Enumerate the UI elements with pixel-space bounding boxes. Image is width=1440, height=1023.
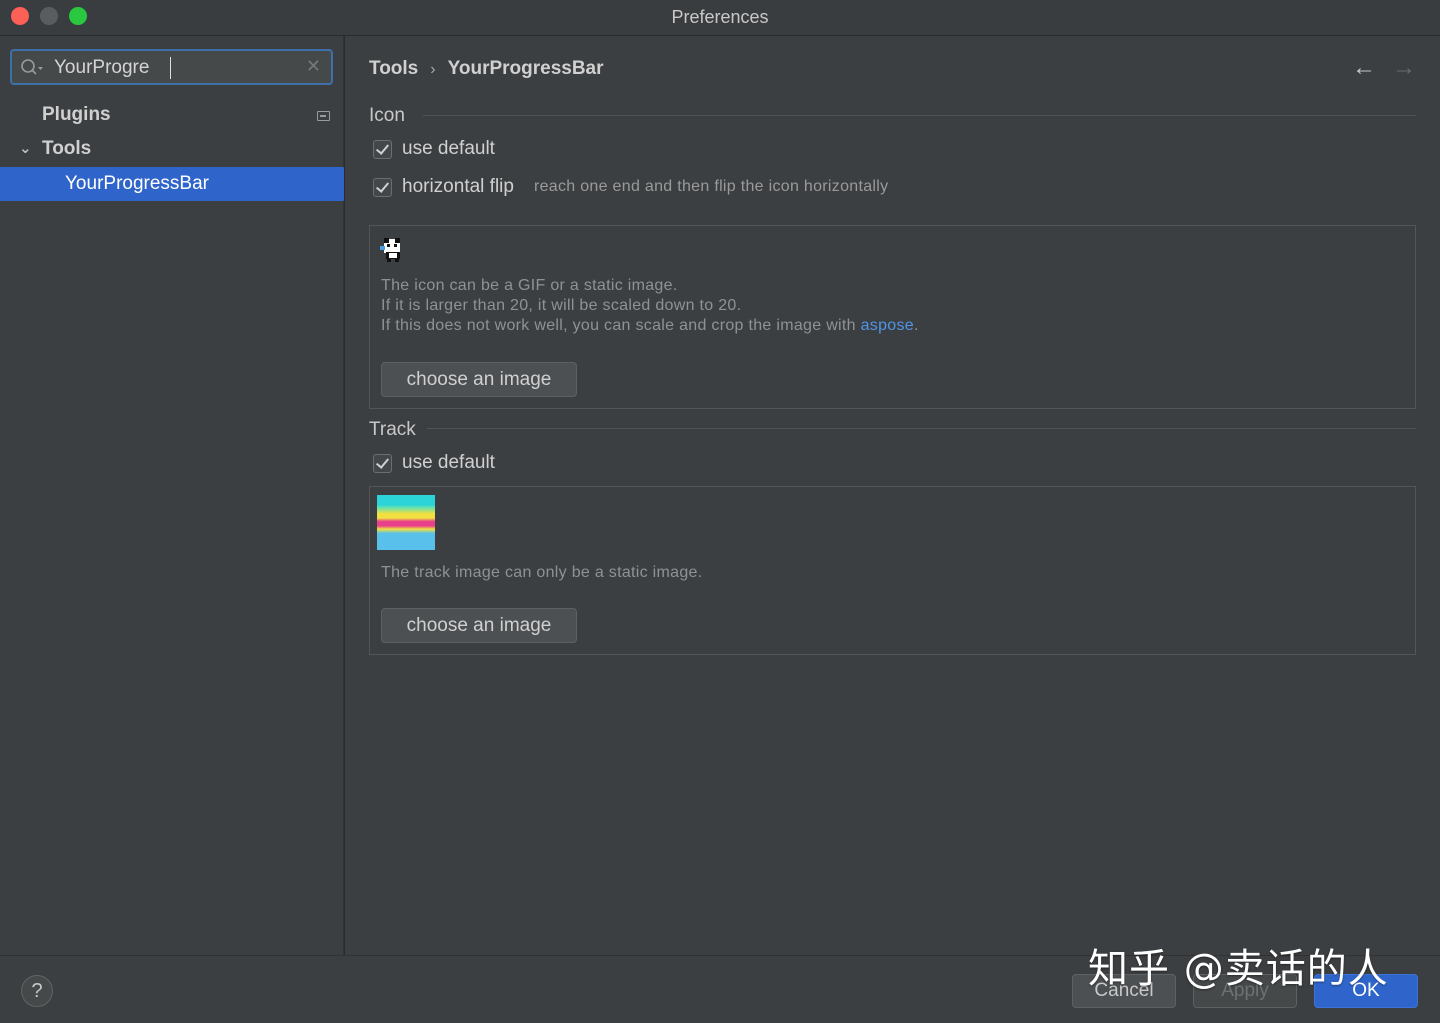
- search-icon: [21, 59, 43, 75]
- choose-track-image-button[interactable]: choose an image: [381, 608, 577, 643]
- icon-desc-text: If this does not work well, you can scal…: [381, 317, 861, 334]
- back-arrow-icon[interactable]: ←: [1352, 54, 1376, 82]
- search-box[interactable]: ✕: [10, 49, 333, 85]
- track-description: The track image can only be a static ima…: [381, 564, 703, 581]
- horizontal-flip-checkbox[interactable]: [373, 177, 392, 197]
- icon-desc-text: .: [914, 317, 919, 334]
- help-button[interactable]: ?: [21, 975, 53, 1007]
- settings-panel: Tools › YourProgressBar ← → Icon use defau…: [345, 36, 1440, 955]
- icon-section-title: Icon: [369, 105, 405, 126]
- icon-desc-line: If this does not work well, you can scal…: [381, 316, 919, 336]
- track-preview-panel: The track image can only be a static ima…: [369, 486, 1416, 655]
- aspose-link[interactable]: aspose: [861, 317, 914, 334]
- search-input[interactable]: [54, 56, 294, 80]
- horizontal-flip-hint: reach one end and then flip the icon hor…: [533, 178, 889, 195]
- icon-use-default-row[interactable]: use default: [373, 136, 495, 162]
- sidebar-item-label: Tools: [42, 138, 92, 159]
- chevron-down-icon[interactable]: ⌄: [19, 132, 32, 166]
- text-caret: [170, 57, 171, 79]
- choose-icon-image-button[interactable]: choose an image: [381, 362, 577, 397]
- track-image-preview: [377, 495, 435, 550]
- panda-icon: [380, 238, 400, 262]
- checkbox-label: use default: [402, 138, 495, 159]
- track-use-default-row[interactable]: use default: [373, 450, 495, 476]
- section-divider: [427, 428, 1416, 429]
- icon-use-default-checkbox[interactable]: [373, 139, 392, 159]
- sidebar-item-yourprogressbar[interactable]: YourProgressBar: [0, 167, 344, 201]
- icon-description: The icon can be a GIF or a static image.…: [381, 276, 919, 336]
- forward-arrow-icon[interactable]: →: [1392, 54, 1416, 82]
- icon-desc-line: If it is larger than 20, it will be scal…: [381, 297, 742, 314]
- watermark: 知乎 @卖话的人: [1088, 946, 1389, 992]
- icon-desc-line: The icon can be a GIF or a static image.: [381, 277, 678, 294]
- checkbox-label: use default: [402, 452, 495, 473]
- breadcrumb-separator-icon: ›: [430, 61, 436, 78]
- checkbox-label: horizontal flip: [402, 176, 514, 197]
- window-title: Preferences: [671, 7, 769, 27]
- icon-preview-panel: The icon can be a GIF or a static image.…: [369, 225, 1416, 409]
- track-section-title: Track: [369, 419, 416, 440]
- breadcrumb-parent[interactable]: Tools: [369, 58, 418, 79]
- sidebar-item-label: YourProgressBar: [65, 173, 209, 194]
- breadcrumb-current: YourProgressBar: [447, 58, 604, 79]
- horizontal-flip-row[interactable]: horizontal flip reach one end and then f…: [373, 174, 888, 200]
- track-use-default-checkbox[interactable]: [373, 453, 392, 473]
- sidebar-item-tools[interactable]: ⌄ Tools: [0, 132, 344, 166]
- project-settings-icon: [317, 111, 330, 121]
- title-bar: Preferences: [0, 0, 1440, 36]
- sidebar: ✕ Plugins ⌄ Tools YourProgressBar: [0, 36, 344, 955]
- sidebar-item-plugins[interactable]: Plugins: [0, 98, 344, 132]
- sidebar-item-label: Plugins: [42, 104, 111, 125]
- section-divider: [423, 115, 1416, 116]
- clear-search-icon[interactable]: ✕: [306, 56, 321, 77]
- breadcrumb: Tools › YourProgressBar: [369, 58, 604, 80]
